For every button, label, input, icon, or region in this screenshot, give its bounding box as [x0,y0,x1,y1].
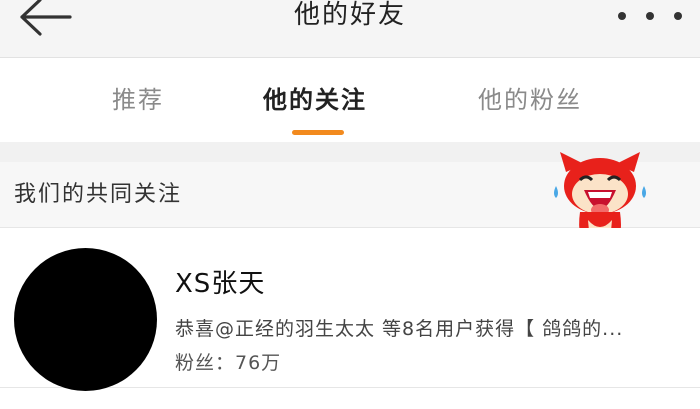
section-title: 我们的共同关注 [14,182,183,207]
more-dot [674,12,682,20]
more-button[interactable] [618,4,682,28]
user-description: 恭喜@正经的羽生太太 等8名用户获得【 鸽鸽的... [175,318,624,340]
tab-followers[interactable]: 他的粉丝 [465,80,595,120]
fans-count: 粉丝：76万 [175,352,282,374]
top-bar: 他的好友 [0,0,700,58]
avatar[interactable] [14,248,157,391]
active-tab-indicator [292,130,344,135]
tab-recommend[interactable]: 推荐 [88,80,188,120]
tab-bar: 推荐 他的关注 他的粉丝 [0,58,700,142]
tab-following[interactable]: 他的关注 [250,80,380,120]
page-title: 他的好友 [293,0,406,30]
list-item[interactable]: XS张天 恭喜@正经的羽生太太 等8名用户获得【 鸽鸽的... 粉丝：76万 [0,228,700,391]
more-dot [618,12,626,20]
more-dot [646,12,654,20]
user-name: XS张天 [175,269,266,299]
